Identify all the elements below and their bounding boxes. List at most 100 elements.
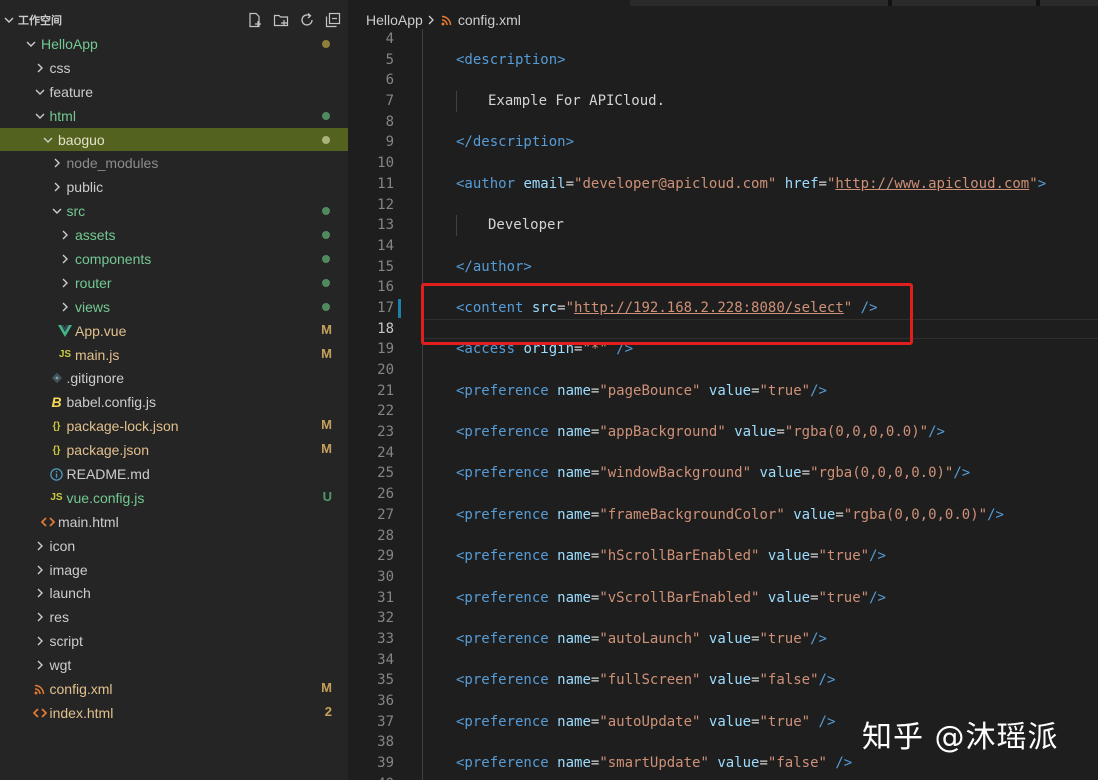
code-line[interactable]: 9 </description> [348,132,1098,154]
collapse-all-icon[interactable] [324,11,342,29]
tree-file[interactable]: {} package.json M [0,438,348,462]
chevron-right-icon[interactable] [58,273,72,293]
code-line[interactable]: 35 <preference name="fullScreen" value="f… [348,670,1098,691]
code-line[interactable]: 24 [348,442,1098,464]
tree-folder[interactable]: router [0,271,348,295]
tree-file[interactable]: Bbabel.config.js [0,390,348,414]
code-line[interactable]: 13 Developer [348,215,1098,236]
tree-folder[interactable]: image [0,558,348,582]
tree-folder[interactable]: res [0,605,348,629]
workspace-header[interactable]: 工作空间 [0,8,348,32]
chevron-right-icon[interactable] [58,297,72,317]
code-area[interactable]: 4 5 <description> 6 7 Example For APICloud. 8 9… [348,29,1098,780]
code-line[interactable]: 40 [348,773,1098,780]
code-line[interactable]: 6 [348,70,1098,92]
tree-file[interactable]: config.xml M [0,677,348,701]
code-token-attr: href [784,175,819,192]
chevron-right-icon[interactable] [33,607,47,627]
code-token-txt: = [776,424,785,441]
chevron-right-icon[interactable] [58,249,72,269]
line-number: 17 [377,299,394,316]
code-token-tag: </description> [456,134,575,151]
code-line[interactable]: 23 <preference name = "appBackground" value… [348,422,1098,443]
tree-folder[interactable]: node_modules [0,151,348,175]
refresh-icon[interactable] [298,11,316,29]
tree-folder[interactable]: src [0,199,348,223]
tree-folder[interactable]: baoguo [0,127,348,152]
tree-folder[interactable]: feature [0,80,348,104]
chevron-right-icon[interactable] [33,631,47,651]
chevron-right-icon[interactable] [33,583,47,603]
code-line[interactable]: 11 <author email="developer@apicloud.com"… [348,173,1098,195]
code-line[interactable]: 31 <preference name = "vScrollBarEnabled" v… [348,587,1098,609]
json-icon: {} [52,444,61,456]
chevron-right-icon[interactable] [50,153,64,173]
chevron-down-icon[interactable] [2,10,16,30]
code-line[interactable]: 27 <preference name = "frameBackgroundColor… [348,504,1098,526]
code-line[interactable]: 29 <preference name = "hScrollBarEnabled" v… [348,546,1098,567]
code-token-url[interactable]: http://www.apicloud.com [835,176,1029,192]
chevron-down-icon[interactable] [33,106,47,126]
code-line[interactable]: 32 [348,608,1098,629]
chevron-right-icon [427,14,435,26]
tree-file[interactable]: README.md [0,462,348,486]
line-number: 40 [348,774,394,780]
code-line[interactable]: 22 [348,401,1098,423]
code-line[interactable]: 7 Example For APICloud. [348,91,1098,112]
tree-file[interactable]: {} package-lock.json M [0,414,348,438]
chevron-right-icon[interactable] [33,58,47,78]
breadcrumb-file[interactable]: config.xml [458,12,521,28]
code-line[interactable]: 14 [348,235,1098,257]
code-line[interactable]: 28 [348,525,1098,547]
tree-folder[interactable]: icon [0,534,348,558]
code-line[interactable]: 5 <description> [348,49,1098,71]
code-line[interactable]: 10 [348,153,1098,174]
chevron-right-icon[interactable] [33,536,47,556]
tree-folder[interactable]: views [0,295,348,319]
tree-folder[interactable]: HelloApp [0,32,348,56]
tree-file[interactable]: JS main.js M [0,343,348,367]
tree-file[interactable]: main.html [0,510,348,534]
line-number: 29 [377,548,394,565]
code-line[interactable]: 39 <preference name="smartUpdate" value="… [348,753,1098,774]
new-folder-icon[interactable] [272,11,290,29]
code-token-attr: name [557,465,591,482]
code-line[interactable]: 4 [348,29,1098,50]
tree-folder[interactable]: launch [0,581,348,605]
tree-folder[interactable]: wgt [0,653,348,677]
code-line[interactable]: 34 [348,649,1098,671]
tree-folder[interactable]: css [0,56,348,80]
chevron-down-icon[interactable] [24,34,38,54]
chevron-down-icon[interactable] [41,130,55,150]
tree-folder[interactable]: assets [0,223,348,247]
breadcrumb-project[interactable]: HelloApp [366,12,423,28]
code-line[interactable]: 26 [348,484,1098,505]
code-line[interactable]: 30 [348,566,1098,588]
tree-folder[interactable]: components [0,247,348,271]
code-line[interactable]: 15 </author> [348,256,1098,278]
code-line[interactable]: 36 [348,691,1098,712]
code-line[interactable]: 8 [348,111,1098,133]
chevron-right-icon[interactable] [33,655,47,675]
tree-folder[interactable]: script [0,629,348,653]
code-line[interactable]: 25 <preference name = "windowBackground" va… [348,463,1098,485]
tree-file[interactable]: JS vue.config.js U [0,486,348,510]
code-line[interactable]: 33 <preference name="autoLaunch" value="t… [348,628,1098,650]
code-line[interactable]: 20 [348,360,1098,381]
code-line[interactable]: 12 [348,194,1098,216]
tree-folder[interactable]: public [0,175,348,199]
chevron-down-icon[interactable] [33,82,47,102]
chevron-right-icon[interactable] [33,560,47,580]
new-file-icon[interactable] [246,11,264,29]
code-line[interactable]: 21 <preference name="pageBounce" value="t… [348,380,1098,402]
code-token-txt: = [810,548,819,565]
tree-file[interactable]: App.vue M [0,319,348,343]
chevron-down-icon[interactable] [50,201,64,221]
tree-file[interactable]: index.html 2 [0,701,348,725]
tree-folder[interactable]: html [0,104,348,128]
tree-file[interactable]: .gitignore [0,366,348,390]
chevron-right-icon[interactable] [50,177,64,197]
chevron-right-icon[interactable] [58,225,72,245]
line-number: 27 [377,506,394,523]
